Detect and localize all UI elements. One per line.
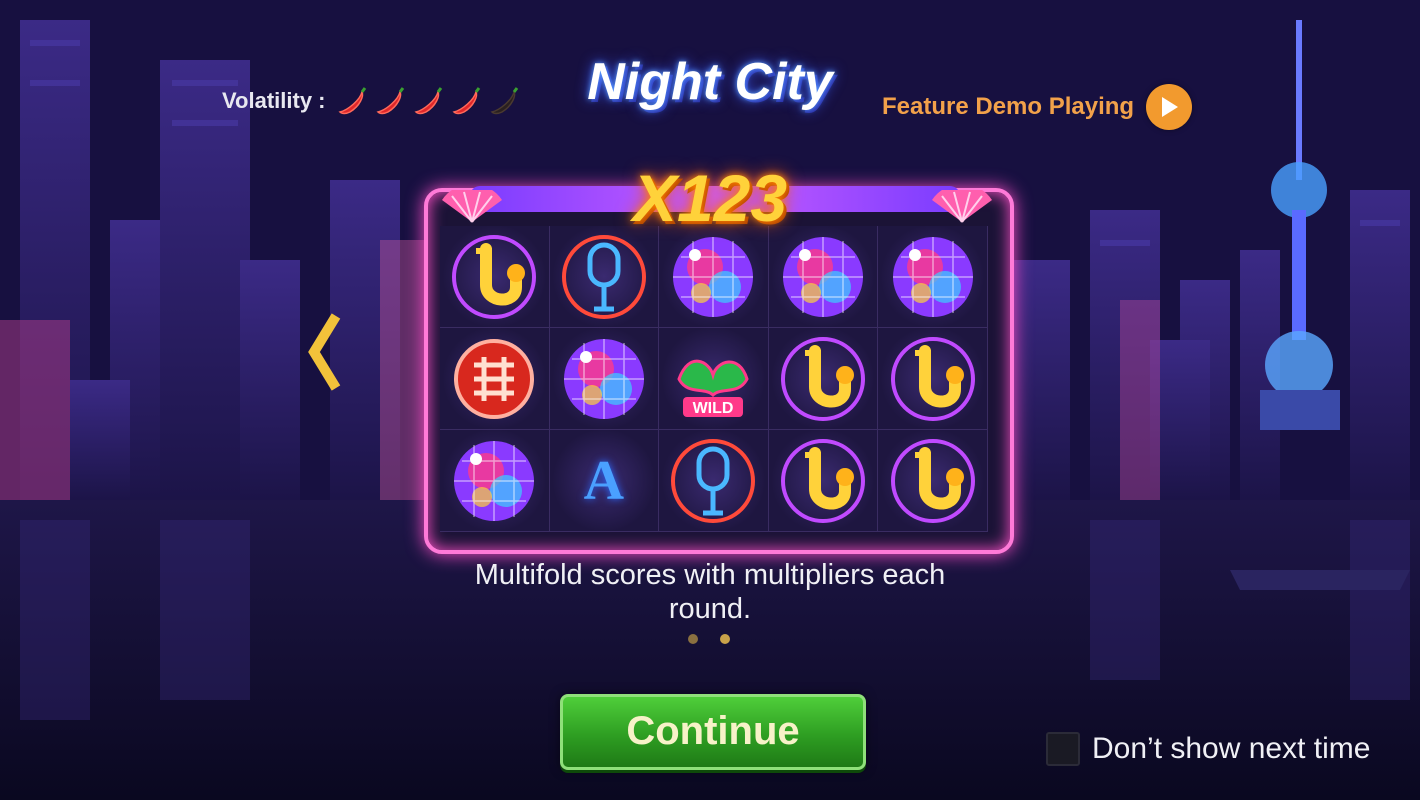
saxophone-symbol-icon — [890, 336, 975, 421]
reel-cell — [878, 430, 988, 532]
multiplier-value: X123 — [632, 161, 788, 235]
reel-cell — [440, 328, 550, 430]
reel-cell — [878, 328, 988, 430]
reel-grid: WILD A — [440, 226, 988, 532]
reel-cell: A — [549, 430, 660, 532]
pagination-dot-active[interactable] — [720, 634, 730, 644]
disco-ball-symbol-icon — [892, 236, 973, 317]
wild-dragon-symbol-icon: WILD — [677, 359, 750, 417]
reel-cell — [549, 328, 660, 430]
reel-cell — [768, 328, 879, 430]
chili-pepper-icon — [452, 87, 480, 115]
disco-ball-symbol-icon — [673, 236, 754, 317]
pagination-dot[interactable] — [688, 634, 698, 644]
microphone-symbol-icon — [671, 438, 756, 523]
reel-cell — [878, 226, 988, 328]
feature-demo-label: Feature Demo Playing — [882, 93, 1135, 120]
game-title: Night City — [587, 53, 833, 111]
feature-demo-button[interactable]: Feature Demo Playing — [882, 84, 1193, 130]
reel-cell — [768, 226, 879, 328]
dont-show-checkbox[interactable] — [1046, 732, 1080, 766]
reel-cell — [659, 430, 769, 532]
dont-show-option[interactable]: Don’t show next time — [1046, 732, 1370, 766]
feature-description: Multifold scores with multipliers each r… — [474, 559, 946, 625]
reel-cell — [768, 430, 879, 532]
reel-cell — [440, 226, 550, 328]
volatility-indicator: Volatility : — [222, 86, 520, 116]
saxophone-symbol-icon — [781, 438, 866, 523]
reel-cell — [440, 430, 550, 532]
disco-ball-symbol-icon — [454, 440, 535, 521]
disco-ball-symbol-icon — [783, 236, 864, 317]
saxophone-symbol-icon — [452, 234, 537, 319]
pagination-dots — [688, 634, 730, 644]
saxophone-symbol-icon — [781, 336, 866, 421]
volatility-label: Volatility : — [222, 88, 326, 113]
volatility-peppers — [334, 86, 520, 116]
microphone-symbol-icon — [561, 234, 646, 319]
previous-arrow-icon[interactable] — [306, 312, 344, 392]
letter-a-symbol: A — [583, 449, 625, 512]
fortune-tile-symbol-icon — [454, 338, 535, 419]
saxophone-symbol-icon — [890, 438, 975, 523]
dont-show-label: Don’t show next time — [1092, 732, 1371, 765]
chili-pepper-icon — [338, 87, 366, 115]
reel-cell: WILD — [659, 328, 769, 430]
play-icon[interactable] — [1146, 84, 1193, 130]
reel-cell — [659, 226, 769, 328]
disco-ball-symbol-icon — [563, 338, 644, 419]
chili-pepper-empty-icon — [490, 87, 518, 115]
wild-label: WILD — [693, 400, 734, 417]
reel-cell — [549, 226, 660, 328]
chili-pepper-icon — [414, 87, 442, 115]
fan-ornament-icon — [932, 190, 992, 223]
continue-button[interactable]: Continue — [560, 694, 866, 770]
fan-ornament-icon — [442, 190, 502, 223]
chili-pepper-icon — [376, 87, 404, 115]
